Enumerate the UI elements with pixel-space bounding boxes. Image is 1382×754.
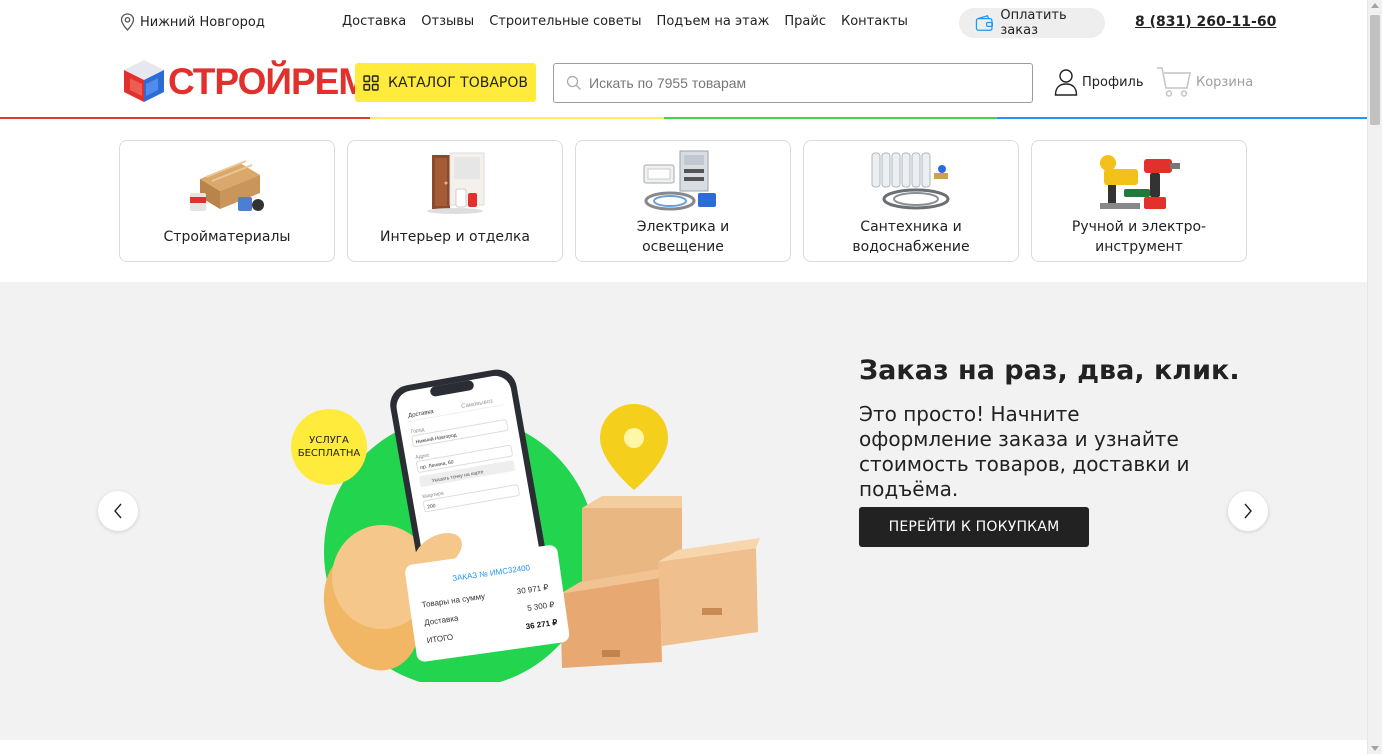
chevron-right-icon (1244, 503, 1252, 519)
scrollbar[interactable] (1367, 0, 1382, 754)
wallet-icon (975, 14, 994, 31)
order-illustration: Доставка Самовывоз Город Нижний Новгород… (323, 369, 760, 682)
user-icon (1054, 69, 1078, 96)
category-label: Сантехника и водоснабжение (852, 219, 970, 255)
category-label: Стройматериалы (163, 229, 291, 245)
nav-price[interactable]: Прайс (784, 14, 826, 29)
city-name: Нижний Новгород (140, 14, 265, 30)
cart-label: Корзина (1196, 74, 1254, 90)
category-label: Электрика и освещение (636, 219, 730, 255)
nav-contacts[interactable]: Контакты (841, 14, 908, 29)
logo[interactable]: СТРОЙРЕМ (122, 58, 369, 104)
cart-link[interactable]: Корзина (1156, 66, 1253, 98)
logo-text: СТРОЙРЕМ (168, 60, 369, 102)
catalog-label: КАТАЛОГ ТОВАРОВ (388, 74, 528, 91)
scroll-up-icon[interactable] (1371, 3, 1379, 8)
grid-icon (363, 74, 379, 91)
category-list: Стройматериалы Интерьер и отделка Электр… (119, 140, 1259, 262)
pay-order-button[interactable]: Оплатить заказ (959, 8, 1105, 38)
category-card-interior[interactable]: Интерьер и отделка (347, 140, 563, 262)
pay-order-label: Оплатить заказ (1000, 8, 1067, 38)
city-selector[interactable]: Нижний Новгород (120, 13, 265, 31)
category-label: Ручной и электро-инструмент (1071, 219, 1207, 255)
free-service-badge: УСЛУГА БЕСПЛАТНА (291, 409, 367, 485)
profile-label: Профиль (1082, 74, 1144, 90)
chevron-left-icon (114, 503, 122, 519)
category-card-building-materials[interactable]: Стройматериалы (119, 140, 335, 262)
nav-delivery[interactable]: Доставка (342, 14, 406, 29)
interior-image (427, 152, 485, 214)
category-card-tools[interactable]: Ручной и электро-инструмент (1031, 140, 1247, 262)
cart-icon (1157, 67, 1191, 97)
banner-text: Это просто! Начните оформление заказа и … (859, 402, 1190, 501)
go-shopping-button[interactable]: ПЕРЕЙТИ К ПОКУПКАМ (859, 507, 1089, 547)
search-icon (566, 75, 581, 90)
search-box (553, 63, 1033, 103)
tools-image (1100, 155, 1180, 209)
top-nav: Доставка Отзывы Строительные советы Подъ… (342, 14, 923, 29)
location-pin-icon (120, 13, 135, 31)
promo-banner: УСЛУГА БЕСПЛАТНА Доставка Самовывоз Горо… (0, 282, 1367, 740)
phone-link[interactable]: 8 (831) 260-11-60 (1135, 14, 1276, 30)
top-bar: Нижний Новгород Доставка Отзывы Строител… (0, 0, 1367, 46)
header: СТРОЙРЕМ КАТАЛОГ ТОВАРОВ Профиль Корзина (0, 46, 1367, 118)
scroll-down-icon[interactable] (1371, 746, 1379, 751)
plumbing-image (871, 152, 950, 210)
catalog-button[interactable]: КАТАЛОГ ТОВАРОВ (355, 63, 536, 102)
category-card-plumbing[interactable]: Сантехника и водоснабжение (803, 140, 1019, 262)
nav-reviews[interactable]: Отзывы (421, 14, 474, 29)
logo-cube-icon (124, 60, 164, 102)
nav-advice[interactable]: Строительные советы (489, 14, 641, 29)
building-materials-image (190, 160, 264, 211)
electrics-image (643, 150, 716, 211)
profile-link[interactable]: Профиль (1054, 68, 1144, 96)
category-card-electrics[interactable]: Электрика и освещение (575, 140, 791, 262)
search-input[interactable] (589, 75, 1009, 91)
banner-title: Заказ на раз, два, клик. (859, 355, 1240, 386)
banner-next-button[interactable] (1228, 491, 1268, 531)
color-divider (0, 117, 1367, 119)
category-label: Интерьер и отделка (379, 229, 531, 245)
banner-prev-button[interactable] (98, 491, 138, 531)
nav-floor-lift[interactable]: Подъем на этаж (657, 14, 770, 29)
scrollbar-thumb[interactable] (1370, 15, 1380, 125)
